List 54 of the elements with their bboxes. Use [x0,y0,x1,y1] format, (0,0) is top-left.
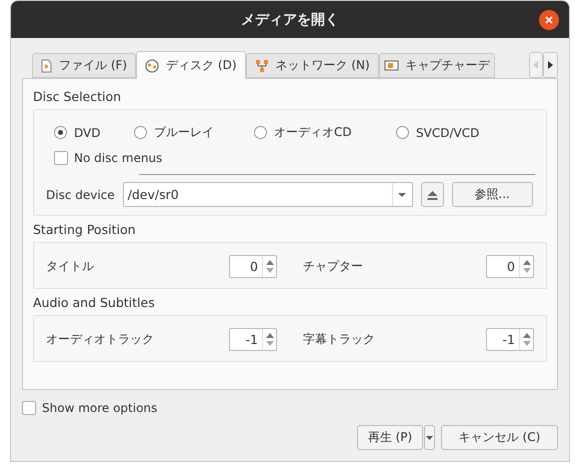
checkbox-label: Show more options [42,401,158,415]
play-button[interactable]: 再生 (P) [357,425,423,450]
network-icon [254,58,269,72]
spin-box[interactable]: -1 [486,328,534,351]
group-title: Audio and Subtitles [33,295,156,310]
radio-button[interactable] [254,126,267,139]
file-icon [41,58,52,72]
spin-box[interactable]: 0 [486,255,534,278]
window-title: メディアを開く [241,10,339,28]
field-label: 字幕トラック [303,331,375,348]
tab[interactable]: ファイル (F) [32,53,136,78]
close-icon[interactable] [545,16,553,24]
caret-icon[interactable] [398,192,406,196]
field-label: オーディオトラック [46,331,154,348]
checkbox[interactable] [54,151,68,165]
spin-box[interactable]: 0 [229,255,277,278]
radio-label: DVD [74,126,100,140]
capture-card-icon [384,59,399,72]
eject-button[interactable] [420,182,444,207]
checkbox-label: No disc menus [74,151,162,165]
scroll-right-button[interactable] [543,52,558,78]
dropdown-button[interactable] [424,425,435,450]
close-button[interactable] [539,10,559,30]
down-arrow-icon[interactable] [266,341,274,346]
radio-button[interactable] [396,126,409,139]
down-arrow-icon[interactable] [522,341,530,346]
radio-label: オーディオCD [274,124,352,141]
down-arrow-icon[interactable] [266,268,274,273]
radio-label: SVCD/VCD [416,126,480,140]
tab[interactable]: ディスク (D) [136,51,246,79]
radio-button[interactable] [134,126,147,139]
eject-icon[interactable] [426,190,438,200]
right-arrow-icon[interactable] [548,61,554,69]
disc-icon [145,58,160,72]
down-arrow-icon[interactable] [522,268,530,273]
spin-box[interactable]: -1 [229,328,277,351]
up-arrow-icon[interactable] [266,260,274,265]
group-title: Disc Selection [33,89,122,104]
cancel-button[interactable]: キャンセル (C) [441,425,558,450]
field-label: Disc device [46,188,115,202]
tab[interactable]: ネットワーク (N) [246,53,379,78]
up-arrow-icon[interactable] [266,333,274,338]
caret-icon[interactable] [426,436,433,440]
tab[interactable]: キャプチャーデ [378,53,495,78]
radio-label: ブルーレイ [154,124,214,141]
field-label: チャプター [303,258,363,275]
radio-button[interactable] [54,126,67,139]
group-title: Starting Position [33,222,137,237]
device-combo-box[interactable]: /dev/sr0 [122,182,413,207]
up-arrow-icon[interactable] [522,333,530,338]
up-arrow-icon[interactable] [522,260,530,265]
checkbox[interactable] [22,401,36,415]
browse-button[interactable]: 参照... [452,182,533,207]
field-label: タイトル [46,258,94,275]
